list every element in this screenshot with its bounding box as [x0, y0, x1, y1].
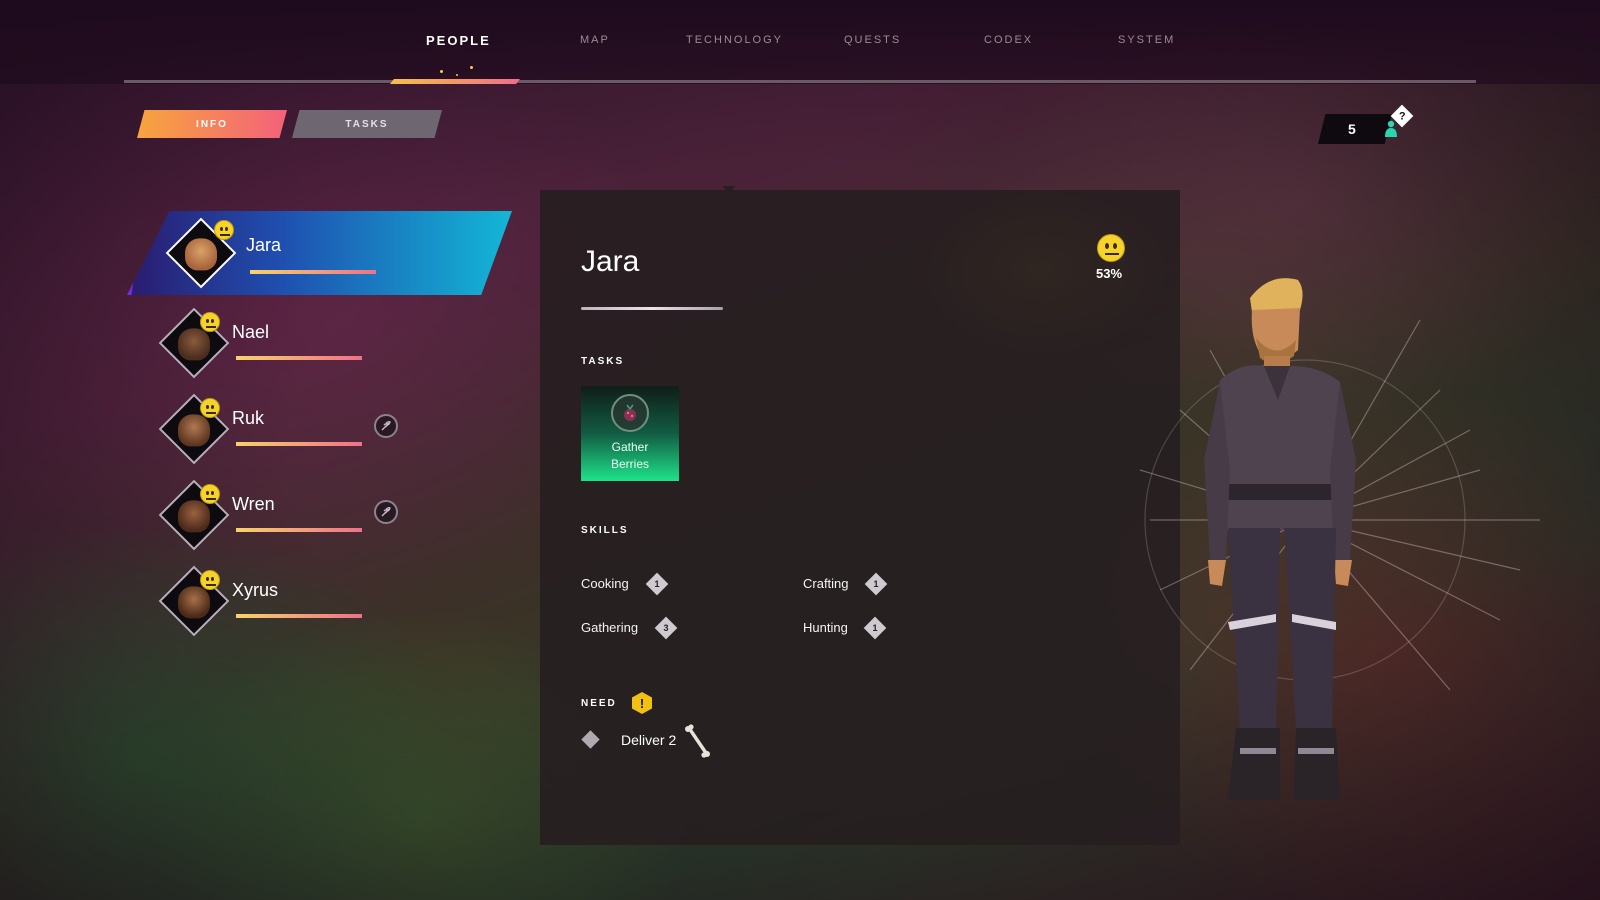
villager-mood-bar [236, 442, 362, 446]
villager-name: Xyrus [232, 580, 279, 600]
nav-spark [440, 70, 443, 73]
villager-detail-name: Jara [581, 245, 640, 278]
face-image [178, 586, 210, 619]
face-image [178, 500, 210, 533]
mood-neutral-icon [1097, 234, 1125, 262]
villager-mood-bar [236, 614, 362, 618]
face-image [185, 238, 217, 271]
need-description: Deliver 2 [621, 732, 677, 748]
person-icon [1385, 120, 1397, 137]
skill-level-value: 3 [663, 623, 669, 633]
mood-indicator [1097, 234, 1125, 262]
wheat-icon [374, 500, 398, 524]
nav-spark [470, 66, 473, 69]
wheat-icon [374, 414, 398, 438]
villager-mood-bar [236, 356, 362, 360]
villager-mood-bar [236, 528, 362, 532]
mood-percent: 53% [1096, 266, 1123, 281]
nav-spark [456, 74, 458, 76]
skill-name-gathering: Gathering [581, 620, 639, 635]
skill-level-badge: 1 [863, 616, 887, 640]
task-label-line: Gather [611, 440, 649, 454]
nav-active-indicator [390, 79, 520, 84]
villager-name: Ruk [232, 408, 265, 428]
task-card-gather-berries[interactable]: Gather Berries [581, 386, 679, 481]
mood-neutral-icon [200, 570, 220, 590]
tab-map[interactable]: MAP [580, 34, 610, 46]
villager-name: Jara [246, 235, 282, 255]
help-glyph: ? [1398, 109, 1406, 122]
population-count: 5 [1318, 114, 1392, 144]
tab-people[interactable]: PEOPLE [426, 33, 491, 48]
villager-name: Wren [232, 494, 275, 514]
face-image [178, 328, 210, 361]
tab-technology[interactable]: TECHNOLOGY [686, 34, 783, 46]
skill-name-cooking: Cooking [581, 576, 629, 591]
berry-icon [611, 394, 649, 432]
tab-quests[interactable]: QUESTS [844, 34, 901, 46]
subtab-info[interactable]: INFO [137, 110, 287, 138]
task-label-line: Berries [610, 457, 649, 471]
need-heading: NEED [581, 698, 617, 709]
skill-name-hunting: Hunting [803, 620, 848, 635]
nav-divider [124, 80, 1476, 83]
mood-neutral-icon [200, 312, 220, 332]
skill-level-badge: 3 [654, 616, 678, 640]
character-model [1204, 278, 1356, 800]
skill-level-badge: 1 [645, 572, 669, 596]
skill-level-value: 1 [872, 623, 878, 633]
mood-neutral-icon [214, 220, 234, 240]
skill-name-crafting: Crafting [803, 576, 849, 591]
task-label: Gather Berries [581, 439, 679, 473]
bone-icon [685, 724, 710, 758]
face-image [178, 414, 210, 447]
villager-name: Nael [232, 322, 270, 342]
skill-level-value: 1 [654, 579, 660, 589]
skills-heading: SKILLS [581, 525, 629, 536]
mood-neutral-icon [200, 484, 220, 504]
top-navigation: PEOPLE MAP TECHNOLOGY QUESTS CODEX SYSTE… [0, 0, 1600, 84]
skill-level-badge: 1 [864, 572, 888, 596]
tab-system[interactable]: SYSTEM [1118, 34, 1175, 46]
name-underline [581, 307, 723, 310]
skill-level-value: 1 [873, 579, 879, 589]
tab-codex[interactable]: CODEX [984, 34, 1033, 46]
tasks-heading: TASKS [581, 356, 625, 367]
villager-mood-bar [250, 270, 376, 274]
subtab-tasks[interactable]: TASKS [292, 110, 442, 138]
mood-neutral-icon [200, 398, 220, 418]
